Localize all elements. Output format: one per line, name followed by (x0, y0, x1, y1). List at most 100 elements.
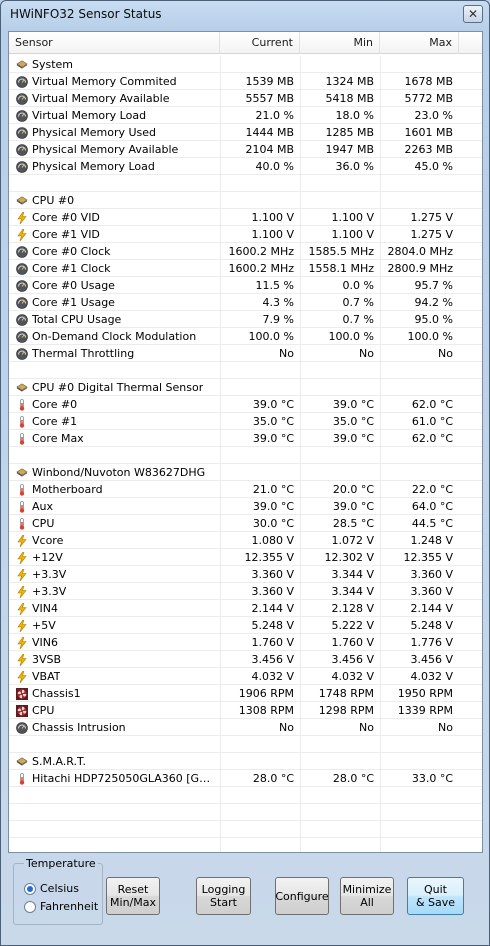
sensor-name: VBAT (32, 670, 61, 683)
table-row[interactable]: Physical Memory Used 1444 MB 1285 MB 1601 M… (9, 124, 482, 141)
sensor-name: Core #0 Usage (32, 279, 115, 292)
sensor-table[interactable]: Sensor Current Min Max System Virtual Mem… (8, 31, 483, 853)
table-row[interactable]: +5V 5.248 V 5.222 V 5.248 V (9, 617, 482, 634)
sensor-group-row[interactable]: System (9, 56, 482, 73)
table-row[interactable]: VBAT 4.032 V 4.032 V 4.032 V (9, 668, 482, 685)
table-row[interactable]: Chassis1 1906 RPM 1748 RPM 1950 RPM (9, 685, 482, 702)
logging-start-button[interactable]: Logging Start (196, 877, 251, 915)
table-row[interactable]: Physical Memory Load 40.0 % 36.0 % 45.0 % (9, 158, 482, 175)
thermometer-icon (16, 517, 28, 530)
minimize-all-button[interactable]: Minimize All (340, 877, 394, 915)
table-row[interactable]: 3VSB 3.456 V 3.456 V 3.456 V (9, 651, 482, 668)
table-row[interactable]: Core #1 VID 1.100 V 1.100 V 1.275 V (9, 226, 482, 243)
table-row[interactable]: Physical Memory Available 2104 MB 1947 MB 2… (9, 141, 482, 158)
table-row[interactable]: Total CPU Usage 7.9 % 0.7 % 95.0 % (9, 311, 482, 328)
sensor-min-value: 28.5 °C (332, 517, 374, 530)
sensor-name: Vcore (32, 534, 64, 547)
sensor-name-cell: Winbond/Nuvoton W83627DHG (9, 464, 220, 481)
table-row[interactable]: Thermal Throttling No No No (9, 345, 482, 362)
window-title: HWiNFO32 Sensor Status (10, 7, 162, 21)
sensor-group-row[interactable]: CPU #0 (9, 192, 482, 209)
gauge-icon (16, 143, 28, 156)
sensor-name-cell: VBAT (9, 668, 220, 685)
table-row[interactable]: Core #0 Clock 1600.2 MHz 1585.5 MHz 2804.0 … (9, 243, 482, 260)
configure-button[interactable]: Configure (275, 877, 329, 915)
sensor-name-cell: Core #0 VID (9, 209, 220, 226)
fan-icon (16, 687, 28, 700)
sensor-name: Virtual Memory Commited (32, 75, 177, 88)
sensor-name: +5V (32, 619, 56, 632)
sensor-max-value: No (438, 347, 453, 360)
column-header-min[interactable]: Min (300, 32, 380, 54)
sensor-name: VIN4 (32, 602, 58, 615)
sensor-name-cell: Core #1 VID (9, 226, 220, 243)
sensor-max-value: 62.0 °C (411, 432, 453, 445)
table-row[interactable]: Aux 39.0 °C 39.0 °C 64.0 °C (9, 498, 482, 515)
sensor-current-value: 2.144 V (251, 602, 294, 615)
table-row[interactable]: Core Max 39.0 °C 39.0 °C 62.0 °C (9, 430, 482, 447)
table-row[interactable]: Core #0 Usage 11.5 % 0.0 % 95.7 % (9, 277, 482, 294)
sensor-current-value: 3.360 V (251, 585, 294, 598)
table-row[interactable]: +3.3V 3.360 V 3.344 V 3.360 V (9, 566, 482, 583)
sensor-min-value: No (359, 347, 374, 360)
sensor-current-value: 28.0 °C (252, 772, 294, 785)
radio-selected-icon (24, 882, 36, 895)
sensor-max-value: 1339 RPM (397, 704, 453, 717)
table-row[interactable]: Virtual Memory Load 21.0 % 18.0 % 23.0 % (9, 107, 482, 124)
close-button[interactable]: ✕ (463, 5, 483, 23)
sensor-max-value: 61.0 °C (411, 415, 453, 428)
table-row[interactable]: Core #0 VID 1.100 V 1.100 V 1.275 V (9, 209, 482, 226)
sensor-name: Aux (32, 500, 54, 513)
table-row[interactable]: Chassis Intrusion No No No (9, 719, 482, 736)
reset-min-max-button[interactable]: Reset Min/Max (106, 877, 160, 915)
quit-save-button[interactable]: Quit & Save (407, 877, 464, 915)
gauge-icon (16, 245, 28, 258)
table-row[interactable]: Virtual Memory Available 5557 MB 5418 MB 57… (9, 90, 482, 107)
sensor-name-cell: CPU #0 Digital Thermal Sensor (9, 379, 220, 396)
sensor-name: Hitachi HDP725050GLA360 [GEA530... (32, 772, 214, 785)
table-row[interactable]: Core #0 39.0 °C 39.0 °C 62.0 °C (9, 396, 482, 413)
sensor-min-value: 3.344 V (331, 585, 374, 598)
sensor-name-cell: +3.3V (9, 583, 220, 600)
fahrenheit-radio[interactable]: Fahrenheit (24, 900, 98, 913)
table-row[interactable]: VIN6 1.760 V 1.760 V 1.776 V (9, 634, 482, 651)
sensor-name: Core #1 VID (32, 228, 100, 241)
sensor-group-row[interactable]: S.M.A.R.T. (9, 753, 482, 770)
table-row[interactable]: Virtual Memory Commited 1539 MB 1324 MB 167… (9, 73, 482, 90)
sensor-chip-icon (16, 195, 28, 207)
column-header-sensor[interactable]: Sensor (9, 32, 220, 54)
column-header-current[interactable]: Current (220, 32, 300, 54)
sensor-name: CPU #0 Digital Thermal Sensor (32, 381, 204, 394)
sensor-current-value: 39.0 °C (252, 432, 294, 445)
sensor-name-cell: Motherboard (9, 481, 220, 498)
table-row[interactable]: Hitachi HDP725050GLA360 [GEA530... 28.0 °… (9, 770, 482, 787)
table-row[interactable]: Vcore 1.080 V 1.072 V 1.248 V (9, 532, 482, 549)
sensor-max-value: 1.776 V (410, 636, 453, 649)
table-row[interactable]: +12V 12.355 V 12.302 V 12.355 V (9, 549, 482, 566)
table-row[interactable]: On-Demand Clock Modulation 100.0 % 100.0 %… (9, 328, 482, 345)
sensor-group-row[interactable]: Winbond/Nuvoton W83627DHG (9, 464, 482, 481)
sensor-name: CPU #0 (32, 194, 75, 207)
column-header-max[interactable]: Max (380, 32, 459, 54)
table-row[interactable]: Motherboard 21.0 °C 20.0 °C 22.0 °C (9, 481, 482, 498)
sensor-current-value: 39.0 °C (252, 398, 294, 411)
table-row[interactable]: CPU 30.0 °C 28.5 °C 44.5 °C (9, 515, 482, 532)
sensor-min-value: 0.0 % (342, 279, 374, 292)
sensor-group-row[interactable]: CPU #0 Digital Thermal Sensor (9, 379, 482, 396)
celsius-radio[interactable]: Celsius (24, 882, 79, 895)
sensor-max-value: 95.7 % (414, 279, 453, 292)
sensor-current-value: 1308 RPM (238, 704, 294, 717)
sensor-max-value: 1601 MB (404, 126, 453, 139)
table-row[interactable]: CPU 1308 RPM 1298 RPM 1339 RPM (9, 702, 482, 719)
sensor-min-value: 1585.5 MHz (308, 245, 374, 258)
sensor-name: Core Max (32, 432, 84, 445)
sensor-name-cell: Core #1 Usage (9, 294, 220, 311)
table-row[interactable]: VIN4 2.144 V 2.128 V 2.144 V (9, 600, 482, 617)
sensor-name-cell: Core #0 Usage (9, 277, 220, 294)
table-row[interactable]: +3.3V 3.360 V 3.344 V 3.360 V (9, 583, 482, 600)
sensor-name-cell: VIN4 (9, 600, 220, 617)
table-row[interactable]: Core #1 Usage 4.3 % 0.7 % 94.2 % (9, 294, 482, 311)
table-row[interactable]: Core #1 35.0 °C 35.0 °C 61.0 °C (9, 413, 482, 430)
table-row[interactable]: Core #1 Clock 1600.2 MHz 1558.1 MHz 2800.9 … (9, 260, 482, 277)
title-bar[interactable]: HWiNFO32 Sensor Status ✕ (1, 1, 489, 29)
